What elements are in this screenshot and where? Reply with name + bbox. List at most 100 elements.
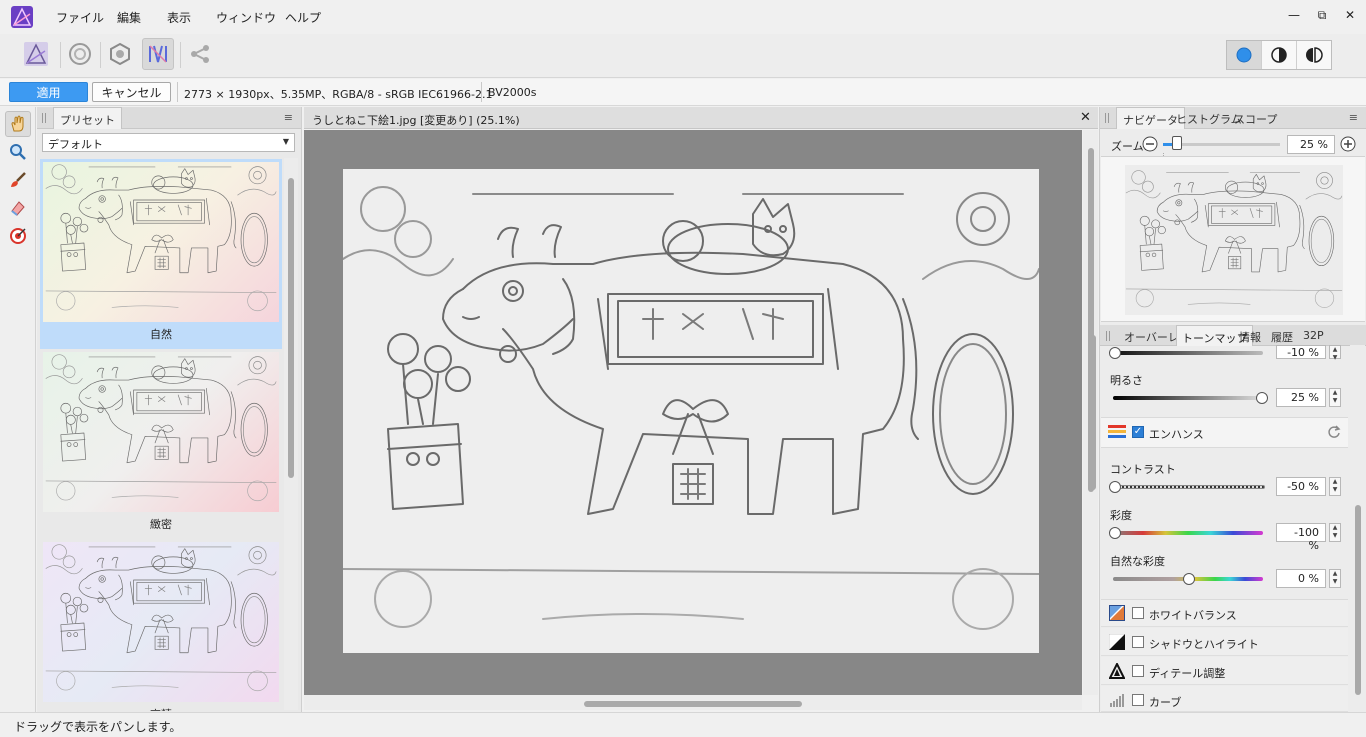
partial-value-stepper[interactable]: ▲ ▼ [1329,345,1341,361]
close-button[interactable]: ✕ [1341,8,1359,26]
shadows-highlights-checkbox[interactable] [1132,636,1144,648]
mirror-view-button[interactable] [1297,41,1331,69]
close-document-icon[interactable]: ✕ [1080,110,1091,125]
contrast-stepper[interactable]: ▲ ▼ [1329,477,1341,496]
canvas-horizontal-scrollbar-thumb[interactable] [584,701,802,707]
enhance-checkbox[interactable]: ✓ [1132,426,1144,438]
liquify-persona-icon[interactable] [64,38,96,70]
curves-checkbox[interactable] [1132,694,1144,706]
document-title: うしとねこ下絵1.jpg [変更あり] (25.1%) [312,114,520,127]
preset-label: 自然 [150,328,172,341]
brightness-slider-knob[interactable] [1256,392,1268,404]
preset-category-value: デフォルト [48,138,103,151]
partial-value-field[interactable]: -10 % [1276,345,1326,359]
vibrance-stepper[interactable]: ▲ ▼ [1329,569,1341,588]
chevron-down-icon: ▼ [282,137,289,146]
preset-detailed[interactable]: 緻密 [40,349,282,539]
toolbar-divider [180,42,181,68]
context-divider [177,82,178,102]
toolbar-divider [100,42,101,68]
partial-slider-track[interactable] [1113,351,1263,355]
preset-label: 緻密 [150,518,172,531]
detail-refinement-label: ディテール調整 [1149,667,1226,680]
single-view-button[interactable] [1227,41,1262,69]
panel-menu-icon[interactable]: ≡ [284,111,293,124]
cancel-button[interactable]: キャンセル [92,82,171,102]
inner-scrollbar-thumb[interactable] [1089,335,1096,490]
view-mode-group [1226,40,1332,70]
contrast-value-field[interactable]: -50 % [1276,477,1326,496]
toolbar-divider [60,42,61,68]
saturation-label: 彩度 [1110,509,1132,522]
menu-window[interactable]: ウィンドウ [216,9,276,26]
vibrance-value-field[interactable]: 0 % [1276,569,1326,588]
split-view-button[interactable] [1262,41,1297,69]
menu-file[interactable]: ファイル [56,9,104,26]
enhance-label: エンハンス [1149,428,1204,441]
share-persona-icon[interactable] [184,38,216,70]
presets-scrollbar-thumb[interactable] [288,178,294,478]
saturation-stepper[interactable]: ▲ ▼ [1329,523,1341,542]
navigator-thumbnail[interactable] [1125,165,1343,315]
restore-button[interactable]: ⧉ [1313,8,1331,26]
photo-persona-icon[interactable] [20,38,52,70]
zoom-tool-magnifier-icon[interactable] [5,139,31,165]
contrast-slider-track[interactable] [1113,485,1265,489]
menu-help[interactable]: ヘルプ [285,9,321,26]
tab-info[interactable]: 情報 [1239,329,1261,345]
zoom-out-icon[interactable] [1142,136,1158,152]
target-tool-icon[interactable] [5,223,31,249]
affinity-photo-logo-icon [11,6,33,28]
brightness-stepper[interactable]: ▲ ▼ [1329,388,1341,407]
partial-slider-knob[interactable] [1109,347,1121,359]
zoom-in-icon[interactable] [1340,136,1356,152]
tone-mapping-persona-icon[interactable] [142,38,174,70]
shadows-highlights-label: シャドウとハイライト [1149,638,1259,651]
status-bar [0,712,1366,737]
menu-bar [0,0,1366,34]
panel-grip[interactable] [42,113,46,123]
panel-grip[interactable] [1106,331,1110,341]
contrast-slider-knob[interactable] [1109,481,1121,493]
adjust-panel-scrollbar-thumb[interactable] [1355,505,1361,695]
brightness-label: 明るさ [1110,374,1143,387]
view-tool-hand-icon[interactable] [5,111,31,137]
preset-label: 高精 [40,706,282,711]
vibrance-slider-knob[interactable] [1183,573,1195,585]
minimize-button[interactable]: — [1285,8,1303,26]
contrast-label: コントラスト [1110,463,1176,476]
white-balance-label: ホワイトバランス [1149,609,1237,622]
curves-icon [1109,693,1125,707]
tab-32p[interactable]: 32P [1303,329,1324,342]
shadows-highlights-icon [1109,634,1125,650]
detail-refinement-checkbox[interactable] [1132,665,1144,677]
saturation-value-field[interactable]: -100 % [1276,523,1326,552]
erase-brush-tool-icon[interactable] [5,195,31,221]
white-balance-checkbox[interactable] [1132,607,1144,619]
canvas-image[interactable] [343,169,1039,653]
zoom-value-field[interactable]: 25 % [1287,135,1335,154]
panel-grip[interactable] [1105,113,1109,123]
preset-natural[interactable]: 自然 [40,159,282,349]
menu-edit[interactable]: 編集 [117,9,141,26]
status-text: ドラッグで表示をパンします。 [14,720,182,734]
saturation-slider-knob[interactable] [1109,527,1121,539]
brightness-value-field[interactable]: 25 % [1276,388,1326,407]
brightness-slider-track[interactable] [1113,396,1263,400]
vibrance-label: 自然な彩度 [1110,555,1165,568]
preset-category-select[interactable]: デフォルト ▼ [42,133,295,152]
reset-icon[interactable] [1327,425,1341,439]
preset-high-detail[interactable]: 高精 [40,539,282,711]
tab-presets[interactable]: プリセット [53,107,122,129]
apply-button[interactable]: 適用 [9,82,88,102]
saturation-slider-track[interactable] [1113,531,1263,535]
context-divider [481,82,482,102]
zoom-slider-knob[interactable] [1172,136,1182,150]
image-info: 2773 × 1930px、5.35MP、RGBA/8 - sRGB IEC61… [184,88,493,101]
panel-menu-icon[interactable]: ≡ [1349,111,1358,124]
tab-history[interactable]: 履歴 [1271,329,1293,345]
brush-tool-icon[interactable] [5,167,31,193]
develop-persona-icon[interactable] [104,38,136,70]
tab-scope[interactable]: スコープ [1228,107,1283,129]
menu-view[interactable]: 表示 [167,9,191,26]
